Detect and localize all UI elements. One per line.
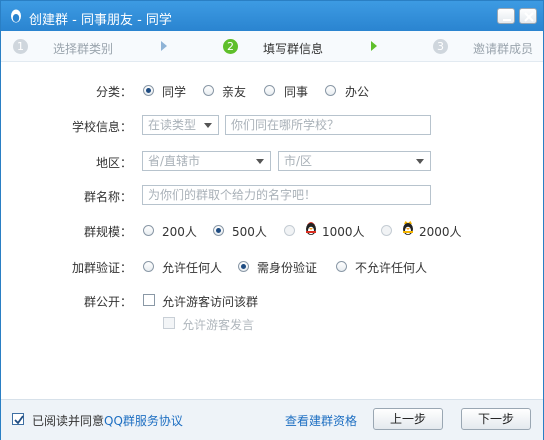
agree-terms-checkbox[interactable] — [12, 413, 24, 425]
school-name-placeholder: 你们同在哪所学校？ — [231, 118, 340, 132]
category-option-label: 同事 — [284, 85, 309, 99]
scale-option-label: 2000人 — [419, 225, 462, 239]
verify-radio-nobody[interactable] — [336, 261, 347, 272]
create-group-window: 创建群 - 同事朋友 - 同学 1 选择群类别 2 填写群信息 3 邀请群成员 … — [0, 0, 544, 440]
qq-penguin-icon — [11, 9, 21, 23]
category-option-label: 办公 — [345, 85, 370, 99]
scale-option-label: 500人 — [232, 225, 267, 239]
step-progress-bar: 1 选择群类别 2 填写群信息 3 邀请群成员 — [1, 31, 543, 62]
school-name-input[interactable]: 你们同在哪所学校？ — [225, 115, 431, 135]
qq-member-penguin-icon — [306, 222, 316, 235]
group-name-input[interactable]: 为你们的群取个给力的名字吧！ — [142, 185, 431, 205]
minimize-icon — [503, 19, 511, 21]
step-2-number: 2 — [223, 39, 238, 54]
public-label: 群公开： — [83, 295, 132, 309]
city-placeholder: 市/区 — [284, 154, 313, 168]
chevron-down-icon — [204, 123, 212, 128]
verify-radio-identity[interactable] — [238, 261, 249, 272]
scale-option-label: 200人 — [162, 225, 197, 239]
agree-terms-text: 已阅读并同意QQ群服务协议 — [32, 412, 183, 429]
allow-guest-visit-checkbox[interactable] — [143, 294, 155, 306]
step-3-label: 邀请群成员 — [473, 42, 534, 56]
close-icon — [524, 12, 534, 22]
category-radio-office[interactable] — [325, 85, 336, 96]
category-option-label: 亲友 — [222, 85, 247, 99]
scale-label: 群规模： — [83, 225, 132, 239]
scale-radio-1000[interactable] — [284, 225, 295, 236]
step-1-number: 1 — [13, 39, 28, 54]
category-radio-classmate[interactable] — [143, 85, 154, 96]
step-2-label: 填写群信息 — [263, 42, 324, 56]
province-placeholder: 省/直辖市 — [148, 154, 201, 168]
chevron-down-icon — [256, 159, 264, 164]
scale-radio-500[interactable] — [213, 225, 224, 236]
step-arrow-icon — [371, 41, 377, 51]
province-select[interactable]: 省/直辖市 — [142, 151, 271, 171]
school-type-placeholder: 在读类型 — [148, 118, 197, 132]
checkmark-icon — [14, 415, 24, 425]
title-bar: 创建群 - 同事朋友 - 同学 — [1, 1, 543, 31]
verify-option-label: 不允许任何人 — [355, 261, 428, 275]
allow-guest-speak-label: 允许游客发言 — [182, 318, 255, 332]
scale-radio-2000[interactable] — [381, 225, 392, 236]
step-arrow-icon — [161, 41, 167, 51]
region-label: 地区： — [95, 156, 132, 170]
school-label: 学校信息： — [71, 120, 132, 134]
step-1-label: 选择群类别 — [53, 42, 114, 56]
verify-label: 加群验证： — [71, 261, 132, 275]
city-select[interactable]: 市/区 — [278, 151, 431, 171]
close-button[interactable] — [519, 8, 537, 24]
category-label: 分类： — [95, 85, 132, 99]
service-agreement-link[interactable]: QQ群服务协议 — [104, 414, 183, 428]
group-name-label: 群名称： — [83, 190, 132, 204]
category-option-label: 同学 — [162, 85, 187, 99]
qq-vip-penguin-icon — [403, 221, 413, 235]
chevron-down-icon — [416, 159, 424, 164]
view-qualification-link[interactable]: 查看建群资格 — [285, 412, 357, 429]
footer-bar: 已阅读并同意QQ群服务协议 查看建群资格 上一步 下一步 — [1, 399, 543, 440]
window-title: 创建群 - 同事朋友 - 同学 — [29, 13, 172, 28]
verify-option-label: 需身份验证 — [257, 261, 318, 275]
scale-option-label: 1000人 — [322, 225, 365, 239]
verify-option-label: 允许任何人 — [162, 261, 223, 275]
category-radio-colleague[interactable] — [264, 85, 275, 96]
verify-radio-anyone[interactable] — [143, 261, 154, 272]
prev-step-button[interactable]: 上一步 — [373, 408, 443, 430]
step-3-number: 3 — [433, 39, 448, 54]
allow-guest-speak-checkbox[interactable] — [163, 317, 175, 329]
group-name-placeholder: 为你们的群取个给力的名字吧！ — [148, 188, 317, 202]
category-radio-relatives[interactable] — [203, 85, 214, 96]
next-step-button[interactable]: 下一步 — [461, 408, 531, 430]
agree-prefix: 已阅读并同意 — [32, 414, 105, 428]
scale-radio-200[interactable] — [143, 225, 154, 236]
allow-guest-visit-label: 允许游客访问该群 — [162, 295, 259, 309]
school-type-select[interactable]: 在读类型 — [142, 115, 219, 135]
minimize-button[interactable] — [497, 8, 515, 24]
